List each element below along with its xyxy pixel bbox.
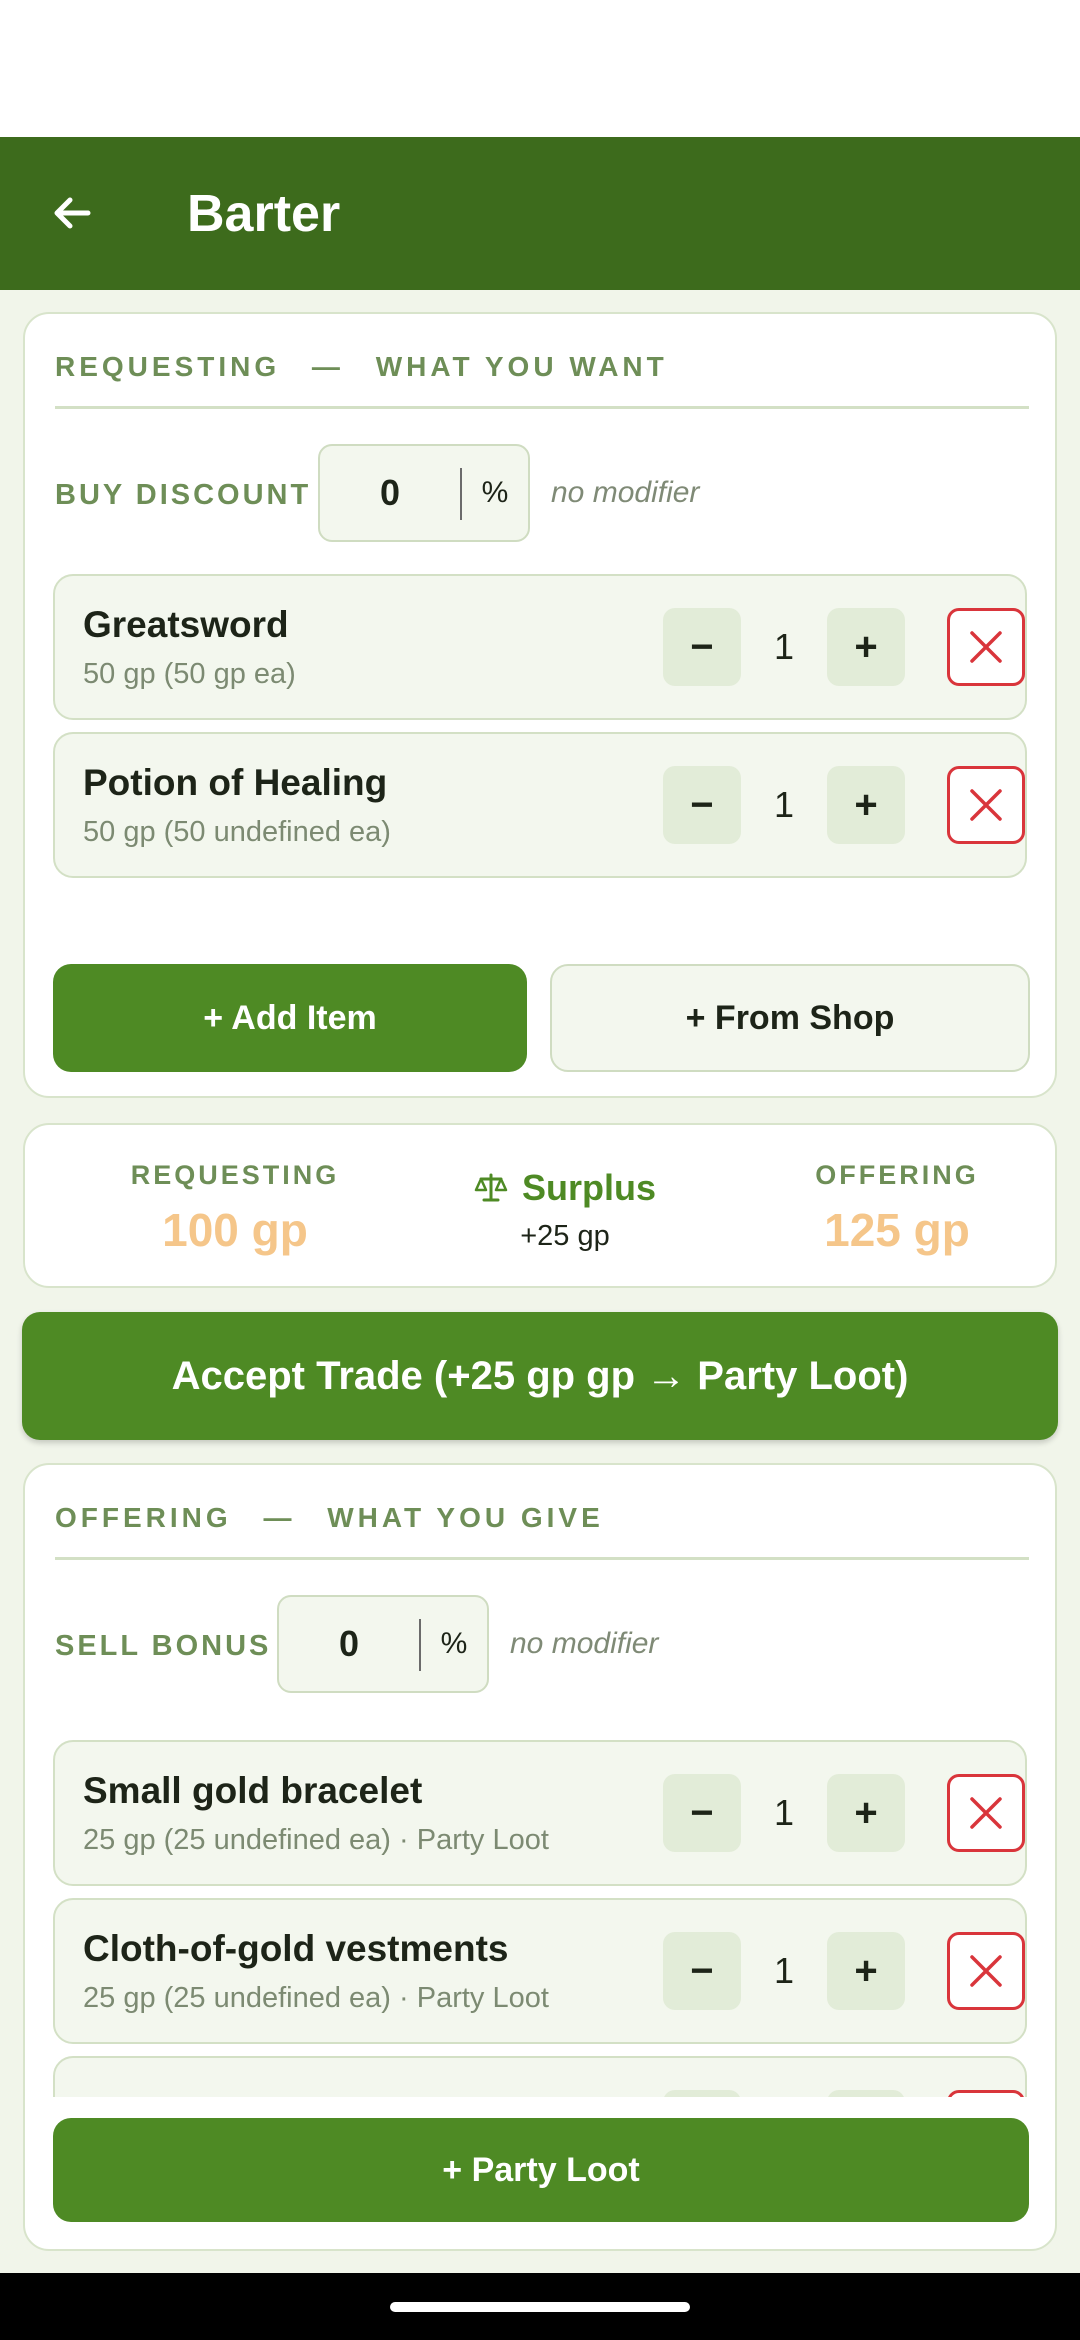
list-item: Small gold bracelet 25 gp (25 undefined … bbox=[53, 1740, 1027, 1886]
sell-bonus-value[interactable]: 0 bbox=[279, 1597, 419, 1691]
scale-icon bbox=[474, 1173, 508, 1202]
balance-status: Surplus bbox=[415, 1167, 715, 1209]
increment-button[interactable]: + bbox=[827, 1932, 905, 2010]
offering-item-list[interactable]: Small gold bracelet 25 gp (25 undefined … bbox=[25, 1740, 1055, 2097]
balance-status-label: Surplus bbox=[521, 1167, 656, 1208]
page-title: Barter bbox=[187, 184, 341, 243]
section-subtitle: WHAT YOU WANT bbox=[375, 351, 668, 382]
arrow-left-icon bbox=[54, 197, 91, 229]
item-price: 50 gp (50 undefined ea) bbox=[83, 816, 391, 848]
offering-section-header: OFFERING — WHAT YOU GIVE bbox=[55, 1502, 604, 1534]
list-item: Potion of Healing 50 gp (50 undefined ea… bbox=[53, 732, 1027, 878]
list-item: Greatsword 50 gp (50 gp ea) − 1 + bbox=[53, 574, 1027, 720]
quantity-value: 1 bbox=[773, 784, 795, 825]
remove-item-button[interactable] bbox=[947, 608, 1025, 686]
decrement-button[interactable]: − bbox=[663, 1774, 741, 1852]
close-icon bbox=[970, 631, 1002, 663]
remove-item-button[interactable] bbox=[947, 2090, 1025, 2097]
decrement-button[interactable]: − bbox=[663, 766, 741, 844]
section-title: OFFERING bbox=[55, 1502, 232, 1533]
add-item-button[interactable]: + Add Item bbox=[53, 964, 527, 1072]
back-button[interactable] bbox=[40, 181, 104, 245]
offering-total-value: 125 gp bbox=[824, 1204, 970, 1256]
sell-bonus-note: no modifier bbox=[510, 1627, 659, 1660]
sell-bonus-label: SELL BONUS bbox=[55, 1630, 272, 1662]
section-dash: — bbox=[263, 1502, 296, 1533]
add-party-loot-button[interactable]: + Party Loot bbox=[53, 2118, 1029, 2222]
buy-discount-input[interactable]: 0 % bbox=[318, 444, 530, 542]
item-name: Potion of Healing bbox=[83, 762, 388, 803]
quantity-value: 1 bbox=[773, 1792, 795, 1833]
decrement-button[interactable] bbox=[663, 2090, 741, 2097]
quantity-value: 1 bbox=[773, 1950, 795, 1991]
list-item: Cloth-of-gold vestments 25 gp (25 undefi… bbox=[53, 1898, 1027, 2044]
offering-card: OFFERING — WHAT YOU GIVE SELL BONUS 0 % … bbox=[23, 1463, 1057, 2251]
increment-button[interactable]: + bbox=[827, 608, 905, 686]
section-title: REQUESTING bbox=[55, 351, 281, 382]
close-icon bbox=[970, 1797, 1002, 1829]
percent-unit: % bbox=[481, 476, 509, 509]
item-price: 50 gp (50 gp ea) bbox=[83, 658, 296, 690]
buy-discount-label: BUY DISCOUNT bbox=[55, 479, 312, 511]
close-icon bbox=[970, 1955, 1002, 1987]
remove-item-button[interactable] bbox=[947, 766, 1025, 844]
sell-bonus-input[interactable]: 0 % bbox=[277, 1595, 489, 1693]
requesting-total-value: 100 gp bbox=[162, 1204, 308, 1256]
app-bar: Barter bbox=[0, 137, 1080, 290]
remove-item-button[interactable] bbox=[947, 1932, 1025, 2010]
item-name: Small gold bracelet bbox=[83, 1770, 423, 1811]
list-item bbox=[53, 2056, 1027, 2097]
percent-unit: % bbox=[440, 1627, 468, 1660]
section-subtitle: WHAT YOU GIVE bbox=[327, 1502, 604, 1533]
section-divider bbox=[55, 406, 1029, 409]
status-bar bbox=[0, 0, 1080, 137]
item-price: 25 gp (25 undefined ea) · Party Loot bbox=[83, 1982, 549, 2014]
quantity-value: 1 bbox=[773, 626, 795, 667]
increment-button[interactable]: + bbox=[827, 766, 905, 844]
home-gesture-handle[interactable] bbox=[390, 2302, 690, 2312]
offering-total-label: OFFERING bbox=[815, 1160, 979, 1190]
section-divider bbox=[55, 1557, 1029, 1560]
buy-discount-value[interactable]: 0 bbox=[320, 446, 460, 540]
from-shop-button[interactable]: + From Shop bbox=[550, 964, 1030, 1072]
item-price: 25 gp (25 undefined ea) · Party Loot bbox=[83, 1824, 549, 1856]
requesting-section-header: REQUESTING — WHAT YOU WANT bbox=[55, 351, 668, 383]
increment-button[interactable]: + bbox=[827, 1774, 905, 1852]
increment-button[interactable] bbox=[827, 2090, 905, 2097]
decrement-button[interactable]: − bbox=[663, 1932, 741, 2010]
close-icon bbox=[970, 789, 1002, 821]
trade-summary-card: REQUESTING 100 gp Surplus +25 gp OFFERIN… bbox=[23, 1123, 1057, 1288]
item-name: Cloth-of-gold vestments bbox=[83, 1928, 509, 1969]
item-name: Greatsword bbox=[83, 604, 289, 645]
section-dash: — bbox=[311, 351, 344, 382]
remove-item-button[interactable] bbox=[947, 1774, 1025, 1852]
decrement-button[interactable]: − bbox=[663, 608, 741, 686]
requesting-card: REQUESTING — WHAT YOU WANT BUY DISCOUNT … bbox=[23, 312, 1057, 1098]
requesting-total-label: REQUESTING bbox=[130, 1160, 340, 1190]
buy-discount-note: no modifier bbox=[551, 476, 700, 509]
accept-trade-button[interactable]: Accept Trade (+25 gp gp → Party Loot) bbox=[22, 1312, 1058, 1440]
balance-status-value: +25 gp bbox=[520, 1220, 610, 1252]
